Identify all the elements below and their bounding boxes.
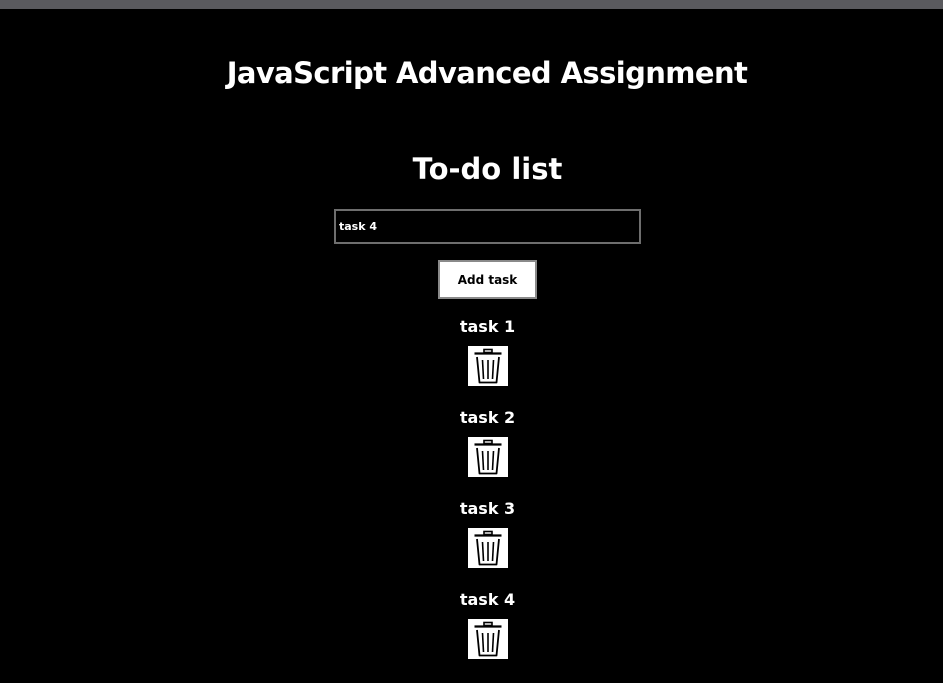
window-top-bar bbox=[0, 0, 943, 9]
task-list: task 1 task 2 task 3 task 4 bbox=[0, 315, 943, 679]
delete-task-button[interactable] bbox=[468, 528, 508, 568]
task-label: task 3 bbox=[459, 499, 516, 518]
add-task-button[interactable]: Add task bbox=[438, 260, 537, 299]
task-label: task 4 bbox=[459, 590, 516, 609]
page: JavaScript Advanced Assignment To-do lis… bbox=[0, 9, 943, 683]
delete-task-button[interactable] bbox=[468, 437, 508, 477]
task-input[interactable] bbox=[334, 209, 641, 244]
trash-icon bbox=[474, 439, 502, 475]
task-item: task 3 bbox=[0, 497, 943, 588]
task-label: task 1 bbox=[459, 317, 516, 336]
task-item: task 2 bbox=[0, 406, 943, 497]
todo-heading: To-do list bbox=[412, 152, 563, 186]
trash-icon bbox=[474, 348, 502, 384]
trash-icon bbox=[474, 530, 502, 566]
delete-task-button[interactable] bbox=[468, 346, 508, 386]
task-item: task 4 bbox=[0, 588, 943, 679]
delete-task-button[interactable] bbox=[468, 619, 508, 659]
task-label: task 2 bbox=[459, 408, 516, 427]
task-item: task 1 bbox=[0, 315, 943, 406]
page-title: JavaScript Advanced Assignment bbox=[226, 56, 748, 90]
trash-icon bbox=[474, 621, 502, 657]
